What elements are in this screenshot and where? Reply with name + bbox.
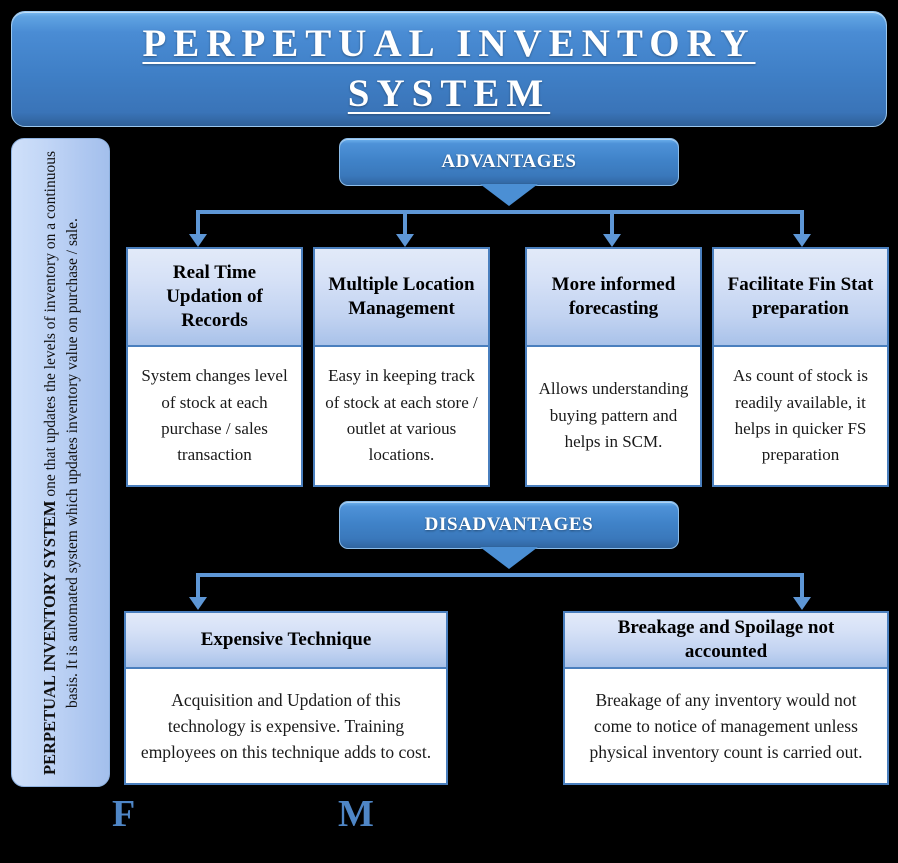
disadvantages-connector-arrow-1-icon — [793, 597, 811, 610]
advantages-banner-tip-icon — [480, 184, 538, 206]
advantage-card-header: More informed forecasting — [527, 249, 700, 347]
advantage-card: Multiple Location Management Easy in kee… — [313, 247, 490, 487]
disadvantage-card: Breakage and Spoilage not accounted Brea… — [563, 611, 889, 785]
definition-text: PERPETUAL INVENTORY SYSTEM one that upda… — [38, 147, 84, 779]
advantage-card-body: As count of stock is readily available, … — [714, 347, 887, 485]
definition-sidebar: PERPETUAL INVENTORY SYSTEM one that upda… — [11, 138, 110, 787]
disadvantages-banner: DISADVANTAGES — [339, 501, 679, 569]
advantages-banner: ADVANTAGES — [339, 138, 679, 206]
page-title-banner: PERPETUAL INVENTORY SYSTEM — [11, 11, 887, 127]
disadvantages-banner-tip-icon — [480, 547, 538, 569]
footer-letter-left: F — [112, 793, 136, 835]
advantage-card-header: Facilitate Fin Stat preparation — [714, 249, 887, 347]
advantage-card-body: Allows understanding buying pattern and … — [527, 347, 700, 485]
disadvantages-connector-bus — [196, 573, 804, 577]
advantage-card-body: Easy in keeping track of stock at each s… — [315, 347, 488, 485]
disadvantages-connector-arrow-0-icon — [189, 597, 207, 610]
page-title-line-2: SYSTEM — [347, 72, 551, 115]
advantage-card-header: Multiple Location Management — [315, 249, 488, 347]
advantage-card: Real Time Updation of Records System cha… — [126, 247, 303, 487]
disadvantage-card-header: Breakage and Spoilage not accounted — [565, 613, 887, 669]
advantage-card-header: Real Time Updation of Records — [128, 249, 301, 347]
disadvantage-card: Expensive Technique Acquisition and Upda… — [124, 611, 448, 785]
advantage-card: Facilitate Fin Stat preparation As count… — [712, 247, 889, 487]
advantages-banner-label: ADVANTAGES — [441, 151, 577, 172]
advantages-connector-arrow-0-icon — [189, 234, 207, 247]
page-title: PERPETUAL INVENTORY SYSTEM — [122, 19, 775, 119]
definition-lead: PERPETUAL INVENTORY SYSTEM — [39, 500, 59, 775]
disadvantage-card-body: Acquisition and Updation of this technol… — [126, 669, 446, 783]
definition-sidebar-rotator: PERPETUAL INVENTORY SYSTEM one that upda… — [18, 147, 104, 779]
advantages-connector-arrow-3-icon — [793, 234, 811, 247]
disadvantages-banner-label: DISADVANTAGES — [424, 514, 594, 535]
disadvantage-card-body: Breakage of any inventory would not come… — [565, 669, 887, 783]
page-title-line-1: PERPETUAL INVENTORY — [142, 22, 756, 66]
footer-letter-right: M — [338, 793, 374, 835]
diagram-canvas: PERPETUAL INVENTORY SYSTEM PERPETUAL INV… — [0, 0, 898, 863]
advantages-connector-arrow-2-icon — [603, 234, 621, 247]
advantage-card: More informed forecasting Allows underst… — [525, 247, 702, 487]
advantage-card-body: System changes level of stock at each pu… — [128, 347, 301, 485]
advantages-connector-bus — [196, 210, 804, 214]
disadvantage-card-header: Expensive Technique — [126, 613, 446, 669]
advantages-connector-arrow-1-icon — [396, 234, 414, 247]
